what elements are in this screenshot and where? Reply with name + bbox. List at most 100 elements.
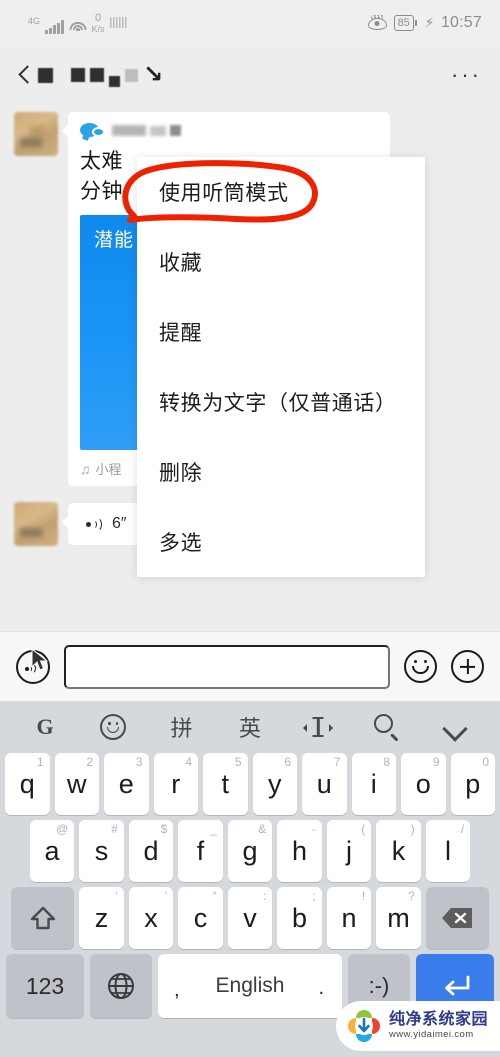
key-x[interactable]: ’ x (128, 887, 174, 949)
key-sup: ‘ (115, 889, 118, 903)
key-r[interactable]: 4r (153, 753, 198, 815)
key-label: o (415, 768, 431, 799)
key-i[interactable]: 8i (351, 753, 396, 815)
key-label: l (445, 835, 451, 866)
menu-item-remind[interactable]: 提醒 (137, 297, 425, 367)
key-sup: 1 (36, 755, 44, 769)
avatar[interactable] (14, 502, 58, 546)
key-e[interactable]: 3e (104, 753, 149, 815)
space-key[interactable]: , English . (158, 954, 342, 1018)
english-mode-button[interactable]: 英 (231, 708, 269, 746)
key-label: h (291, 835, 308, 866)
nav-bar: ↘ ··· (0, 46, 500, 104)
key-b[interactable]: ; b (277, 887, 322, 949)
key-j[interactable]: (j (326, 820, 372, 882)
card-header (80, 122, 378, 139)
key-sup: 8 (383, 755, 390, 769)
speaker-icon (86, 516, 103, 532)
key-label: q (19, 768, 35, 799)
key-sup: _ (210, 822, 217, 836)
key-a[interactable]: @ a (29, 820, 75, 882)
google-icon[interactable]: G (26, 708, 64, 746)
mini-program-icon: ♫ (80, 460, 91, 477)
menu-item-multi-select[interactable]: 多选 (137, 507, 425, 577)
key-sup: / (460, 822, 465, 836)
message-input-field[interactable] (64, 644, 390, 689)
key-label: u (316, 768, 332, 799)
watermark-url: www.yidaimei.com (389, 1029, 474, 1041)
comma-key[interactable]: , (174, 979, 180, 1002)
key-s[interactable]: # s (79, 820, 124, 882)
card-thumbnail-text: 潜能 (94, 230, 135, 251)
period-key[interactable]: . (318, 977, 324, 1000)
key-sup: ; (312, 889, 316, 903)
data-rate-value: 0 (94, 11, 102, 24)
redacted-char (125, 68, 138, 82)
key-sup: 2 (86, 755, 93, 769)
key-sup: - (311, 822, 316, 836)
key-label: v (243, 902, 257, 933)
numeric-mode-key[interactable]: 123 (6, 954, 84, 1018)
key-label: j (346, 835, 352, 866)
key-sup: 0 (482, 755, 489, 769)
emoji-icon[interactable] (404, 650, 437, 683)
keyboard-icon (109, 16, 127, 28)
key-label: i (370, 768, 377, 799)
shift-icon[interactable] (11, 887, 75, 949)
more-options-button[interactable]: ··· (451, 64, 482, 86)
voice-input-icon[interactable] (16, 647, 50, 684)
emoji-icon[interactable] (94, 708, 132, 746)
context-menu[interactable]: 使用听筒模式 收藏 提醒 转换为文字（仅普通话） 删除 多选 (137, 157, 425, 577)
key-l[interactable]: / l (425, 820, 471, 882)
eye-care-icon (367, 14, 387, 30)
key-t[interactable]: 5t (203, 753, 248, 815)
menu-item-earpiece-mode[interactable]: 使用听筒模式 (137, 157, 425, 227)
key-sup: 3 (135, 755, 143, 769)
watermark-text: 纯净系统家园 www.yidaimei.com (389, 1010, 489, 1041)
search-icon[interactable] (368, 708, 406, 746)
key-label: b (291, 902, 308, 933)
key-label: r (171, 768, 181, 799)
key-sup: 5 (234, 755, 242, 769)
key-label: t (221, 768, 229, 799)
pinyin-mode-button[interactable]: 拼 (163, 708, 201, 746)
keyboard-row-1: 1q 2w 3e 4r 5t 6y 7u 8i 9o 0p (0, 753, 500, 815)
collapse-keyboard-icon[interactable] (436, 708, 474, 746)
watermark: 纯净系统家园 www.yidaimei.com (336, 1001, 500, 1051)
key-y[interactable]: 6y (252, 753, 297, 815)
key-label: m (387, 902, 410, 933)
key-o[interactable]: 9o (401, 753, 446, 815)
key-v[interactable]: :v (227, 887, 273, 949)
avatar[interactable] (14, 112, 58, 156)
plus-icon[interactable] (451, 650, 484, 683)
cursor-move-icon[interactable] (299, 708, 337, 746)
data-rate-unit: K/s (91, 23, 105, 34)
key-d[interactable]: $ d (128, 820, 174, 882)
key-z[interactable]: ‘z (79, 887, 124, 949)
key-sup: & (258, 822, 267, 836)
key-n[interactable]: ! n (326, 887, 372, 949)
menu-item-delete[interactable]: 删除 (137, 437, 425, 507)
key-f[interactable]: _ f (178, 820, 223, 882)
key-q[interactable]: 1q (5, 753, 50, 815)
back-button[interactable] (18, 64, 30, 86)
key-m[interactable]: ? m (376, 887, 421, 949)
watermark-title: 纯净系统家园 (389, 1010, 489, 1028)
key-label: x (144, 902, 158, 933)
key-k[interactable]: ) k (376, 820, 421, 882)
globe-icon[interactable] (90, 954, 152, 1018)
key-label: y (268, 768, 282, 799)
key-sup: : (262, 889, 267, 903)
key-label: n (341, 902, 357, 933)
menu-item-favorite[interactable]: 收藏 (137, 227, 425, 297)
key-u[interactable]: 7u (302, 753, 347, 815)
key-w[interactable]: 2w (54, 753, 99, 815)
key-g[interactable]: & g (227, 820, 273, 882)
key-c[interactable]: “c (178, 887, 223, 949)
key-p[interactable]: 0p (450, 753, 495, 815)
menu-item-convert-to-text[interactable]: 转换为文字（仅普通话） (137, 367, 425, 437)
key-sup: 6 (284, 755, 291, 769)
wechat-channels-icon (80, 122, 105, 139)
backspace-icon[interactable] (425, 887, 489, 949)
key-h[interactable]: -h (277, 820, 322, 882)
